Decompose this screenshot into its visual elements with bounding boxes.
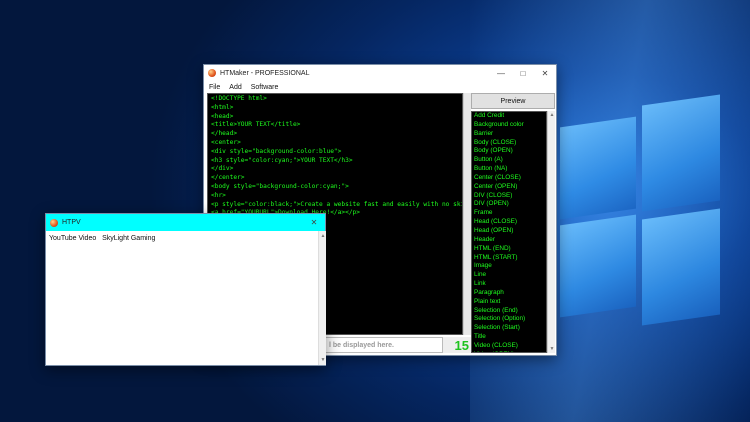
htpv-text: YouTube Video SkyLight Gaming: [49, 235, 156, 242]
maximize-icon[interactable]: □: [512, 69, 534, 78]
tag-list[interactable]: Add Credit Background color Barrier Body (C…: [471, 111, 547, 353]
window-title: HTMaker - PROFESSIONAL: [220, 69, 310, 77]
preview-button[interactable]: Preview: [471, 93, 555, 109]
scroll-up-icon[interactable]: ▲: [549, 112, 555, 118]
tag-list-item[interactable]: Frame: [474, 209, 544, 218]
app-icon: [50, 218, 58, 227]
tag-list-item[interactable]: Button (NA): [474, 165, 544, 174]
tag-list-item[interactable]: Barrier: [474, 130, 544, 139]
htpv-window[interactable]: HTPV ✕ YouTube Video SkyLight Gaming ▲ ▼: [45, 213, 326, 366]
app-icon: [208, 69, 216, 77]
menu-add[interactable]: Add: [229, 84, 241, 91]
tag-list-item[interactable]: Selection (Option): [474, 315, 544, 324]
tag-list-item[interactable]: Center (CLOSE): [474, 174, 544, 183]
tag-list-item[interactable]: Button (A): [474, 156, 544, 165]
minimize-icon[interactable]: —: [490, 69, 512, 78]
code-line: <body style="background-color:cyan;">: [211, 182, 349, 190]
tag-list-item[interactable]: Video (OPEN): [474, 351, 544, 352]
windows-logo: [560, 94, 720, 340]
menu-software[interactable]: Software: [251, 84, 279, 91]
tag-list-item[interactable]: Selection (End): [474, 307, 544, 316]
tag-list-item[interactable]: Body (CLOSE): [474, 139, 544, 148]
code-line: <head>: [211, 112, 234, 120]
tag-list-item[interactable]: Video (CLOSE): [474, 342, 544, 351]
code-line: <hr>: [211, 191, 226, 199]
code-line: <title>YOUR TEXT</title>: [211, 121, 301, 129]
code-line: </div>: [211, 165, 234, 173]
tag-list-item[interactable]: Background color: [474, 121, 544, 130]
tag-list-item[interactable]: Center (OPEN): [474, 183, 544, 192]
title-bar[interactable]: HTMaker - PROFESSIONAL — □ ✕: [204, 65, 556, 81]
tag-list-item[interactable]: Paragraph: [474, 289, 544, 298]
code-line: <h3 style="color:cyan;">YOUR TEXT</h3>: [211, 156, 353, 164]
menu-bar: File Add Software: [204, 81, 556, 93]
tag-list-item[interactable]: Plain text: [474, 298, 544, 307]
code-line: </center>: [211, 174, 245, 182]
scroll-down-icon[interactable]: ▼: [320, 357, 326, 363]
htpv-scrollbar[interactable]: ▲ ▼: [318, 231, 326, 365]
code-line: <!DOCTYPE html>: [211, 95, 267, 102]
tag-list-item[interactable]: DIV (OPEN): [474, 200, 544, 209]
tag-list-item[interactable]: Body (OPEN): [474, 147, 544, 156]
window-title: HTPV: [62, 219, 81, 226]
code-line: <p style="color:black;">Create a website…: [211, 200, 462, 208]
output-field[interactable]: l be displayed here.: [325, 337, 443, 353]
tag-list-item[interactable]: Image: [474, 262, 544, 271]
code-line: <div style="background-color:blue">: [211, 147, 342, 155]
editor-scrollbar[interactable]: [463, 93, 471, 335]
tag-list-item[interactable]: Title: [474, 333, 544, 342]
tag-list-item[interactable]: HTML (END): [474, 245, 544, 254]
tag-list-item[interactable]: Add Credit: [474, 112, 544, 121]
code-line: <center>: [211, 138, 241, 146]
tag-list-item[interactable]: Head (CLOSE): [474, 218, 544, 227]
menu-file[interactable]: File: [209, 84, 220, 91]
tag-list-item[interactable]: Header: [474, 236, 544, 245]
tag-list-item[interactable]: DIV (CLOSE): [474, 192, 544, 201]
scroll-down-icon[interactable]: ▼: [549, 346, 555, 352]
title-bar[interactable]: HTPV ✕: [46, 214, 325, 231]
htpv-content: YouTube Video SkyLight Gaming: [46, 231, 318, 365]
close-icon[interactable]: ✕: [303, 218, 325, 227]
close-icon[interactable]: ✕: [534, 69, 556, 78]
tag-list-item[interactable]: Selection (Start): [474, 324, 544, 333]
code-line: </head>: [211, 130, 238, 138]
tag-list-item[interactable]: Link: [474, 280, 544, 289]
code-line: <html>: [211, 103, 234, 111]
tag-list-item[interactable]: Head (OPEN): [474, 227, 544, 236]
tag-list-item[interactable]: HTML (START): [474, 254, 544, 263]
tag-list-scrollbar[interactable]: ▲ ▼: [547, 111, 555, 353]
scroll-up-icon[interactable]: ▲: [320, 233, 326, 239]
tag-list-item[interactable]: Line: [474, 271, 544, 280]
line-counter: 15: [443, 337, 471, 353]
